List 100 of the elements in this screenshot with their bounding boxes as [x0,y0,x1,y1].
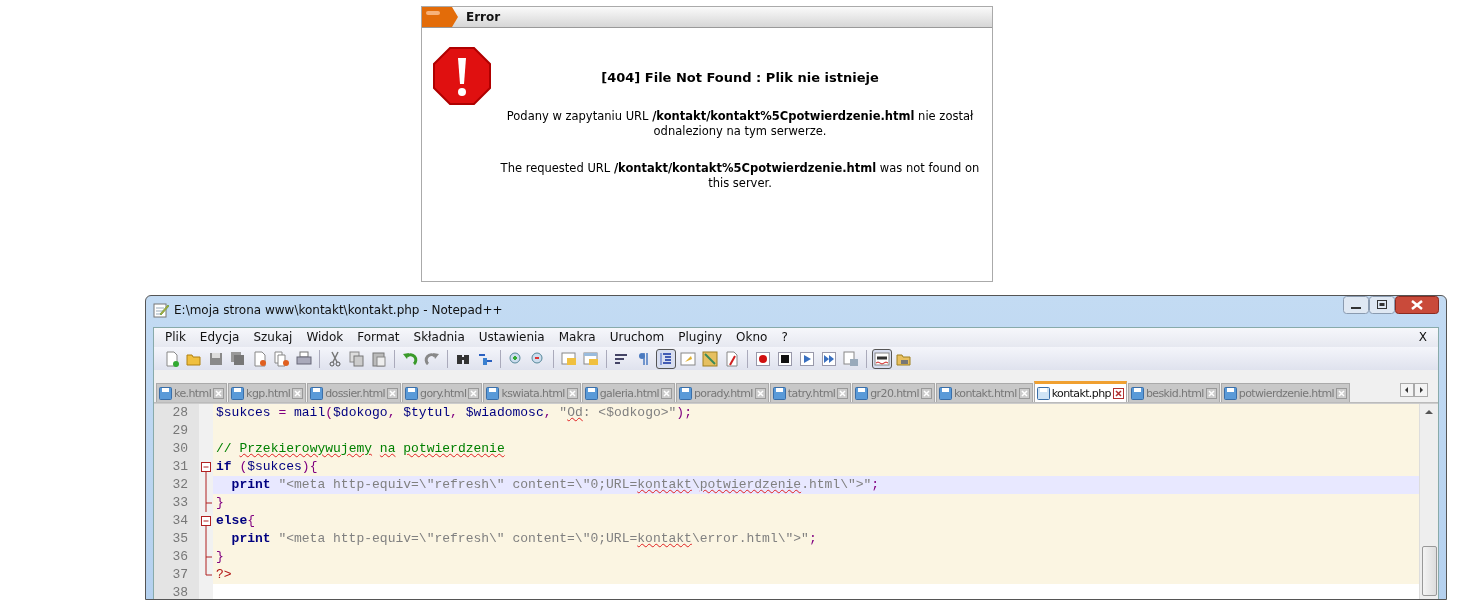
line-number: 32 [154,476,199,494]
stop-icon[interactable] [777,350,793,367]
panel-title: Error [466,10,501,24]
tab-label: kontakt.php [1051,386,1111,400]
menu-item[interactable]: Szukaj [246,330,300,345]
record-icon[interactable] [755,350,771,367]
file-icon [159,386,172,400]
close-tab-icon[interactable] [292,387,304,399]
zoom-in-icon[interactable] [508,350,524,367]
file-icon [772,386,786,400]
fold-line [205,530,207,548]
file-icon [1036,386,1050,400]
window-icon[interactable] [561,350,577,367]
scrollbar-thumb[interactable] [1421,546,1437,596]
file-icon [855,386,869,400]
window-icon[interactable] [583,350,599,367]
menu-item[interactable]: Składnia [406,330,472,345]
window-title: E:\moja strona www\kontakt\kontakt.php - Notepad++ [174,302,503,317]
menu-item[interactable]: Ustawienia [471,330,552,345]
tab-label: gr20.html [870,386,919,400]
menu-item[interactable]: Edycja [192,330,247,345]
redo-icon[interactable] [424,350,440,367]
error-message: The requested URL /kontakt/kontakt%5Cpotwierdzenie.html was not found on this server. [499,161,981,191]
close-file-icon[interactable] [252,350,268,367]
close-tab-icon[interactable] [754,387,766,399]
close-tab-icon[interactable] [213,387,225,399]
save-all-icon[interactable] [230,350,246,367]
scroll-left-icon[interactable] [1400,383,1414,397]
undo-icon[interactable] [402,350,418,367]
file-icon [678,386,692,400]
menu-item[interactable]: Plik [158,330,193,345]
tab-label: potwierdzenie.html [1238,386,1334,400]
document-icon[interactable] [724,350,740,367]
minimize-icon[interactable] [1343,296,1369,314]
fold-end-line [205,494,212,512]
printer-icon[interactable] [296,350,312,367]
file-icon [310,386,324,400]
menu-item[interactable]: ? [774,330,795,345]
copy-icon[interactable] [349,350,365,367]
close-icon[interactable] [1395,296,1439,314]
menu-item[interactable]: Makra [551,330,603,345]
close-tab-icon[interactable] [1018,387,1030,399]
line-number: 34 [154,512,199,530]
menu-item[interactable]: Format [350,330,407,345]
tab-label: kgp.html [246,386,291,400]
line-number: 31 [154,458,199,476]
tab-label: galeria.html [599,386,659,400]
line-number: 36 [154,548,199,566]
close-tab-icon[interactable] [566,387,578,399]
line-number: 35 [154,530,199,548]
maximize-icon[interactable] [1369,296,1395,314]
save-macro-icon[interactable] [843,350,859,367]
tab-label: gory.html [420,386,467,400]
line-number: 28 [154,404,199,422]
file-icon [486,386,500,400]
stop-sign-icon [432,46,492,106]
menu-item[interactable]: Pluginy [671,330,730,345]
line-number: 38 [154,584,199,599]
line-number: 33 [154,494,199,512]
line-number: 30 [154,440,199,458]
header-tab-icon [422,7,458,27]
play-icon[interactable] [799,350,815,367]
save-icon[interactable] [208,350,224,367]
fold-line [205,476,207,494]
tab-label: kontakt.html [953,386,1017,400]
scroll-right-icon[interactable] [1414,383,1428,397]
tab-label: kswiata.html [501,386,565,400]
file-icon [231,386,245,400]
file-icon [584,386,598,400]
tab-label: beskid.html [1145,386,1204,400]
paste-icon[interactable] [371,350,387,367]
menu-item[interactable]: Widok [299,330,351,345]
file-icon [938,386,952,400]
scrollbar[interactable] [1419,404,1438,599]
new-file-icon[interactable] [164,350,180,367]
menu-item[interactable]: Okno [729,330,775,345]
close-tab-icon[interactable] [387,387,399,399]
close-tab-icon[interactable] [837,387,849,399]
close-tab-icon[interactable] [1336,387,1347,399]
zoom-out-icon[interactable] [530,350,546,367]
error-message: Podany w zapytaniu URL /kontakt/kontakt%5Cpotwierdzenie.html nie został odnaleziony na tym serwerze. [505,109,975,139]
close-all-icon[interactable] [274,350,290,367]
close-tab-icon[interactable] [1112,387,1124,399]
close-document-button[interactable]: X [1411,330,1434,345]
line-number: 37 [154,566,199,584]
tab-label: ke.html [174,386,212,400]
tab-label: porady.html [693,386,753,400]
close-tab-icon[interactable] [660,387,672,399]
close-tab-icon[interactable] [468,387,480,399]
file-icon [1130,386,1144,400]
file-icon [1223,386,1237,400]
notepad-icon [153,301,169,318]
file-icon [405,386,419,400]
close-tab-icon[interactable] [920,387,932,399]
line-number: 29 [154,422,199,440]
fast-forward-icon[interactable] [821,350,837,367]
menu-item[interactable]: Uruchom [602,330,672,345]
close-tab-icon[interactable] [1205,387,1217,399]
scissors-icon[interactable] [327,350,343,367]
file-tab[interactable]: kontakt.php [1033,381,1127,402]
